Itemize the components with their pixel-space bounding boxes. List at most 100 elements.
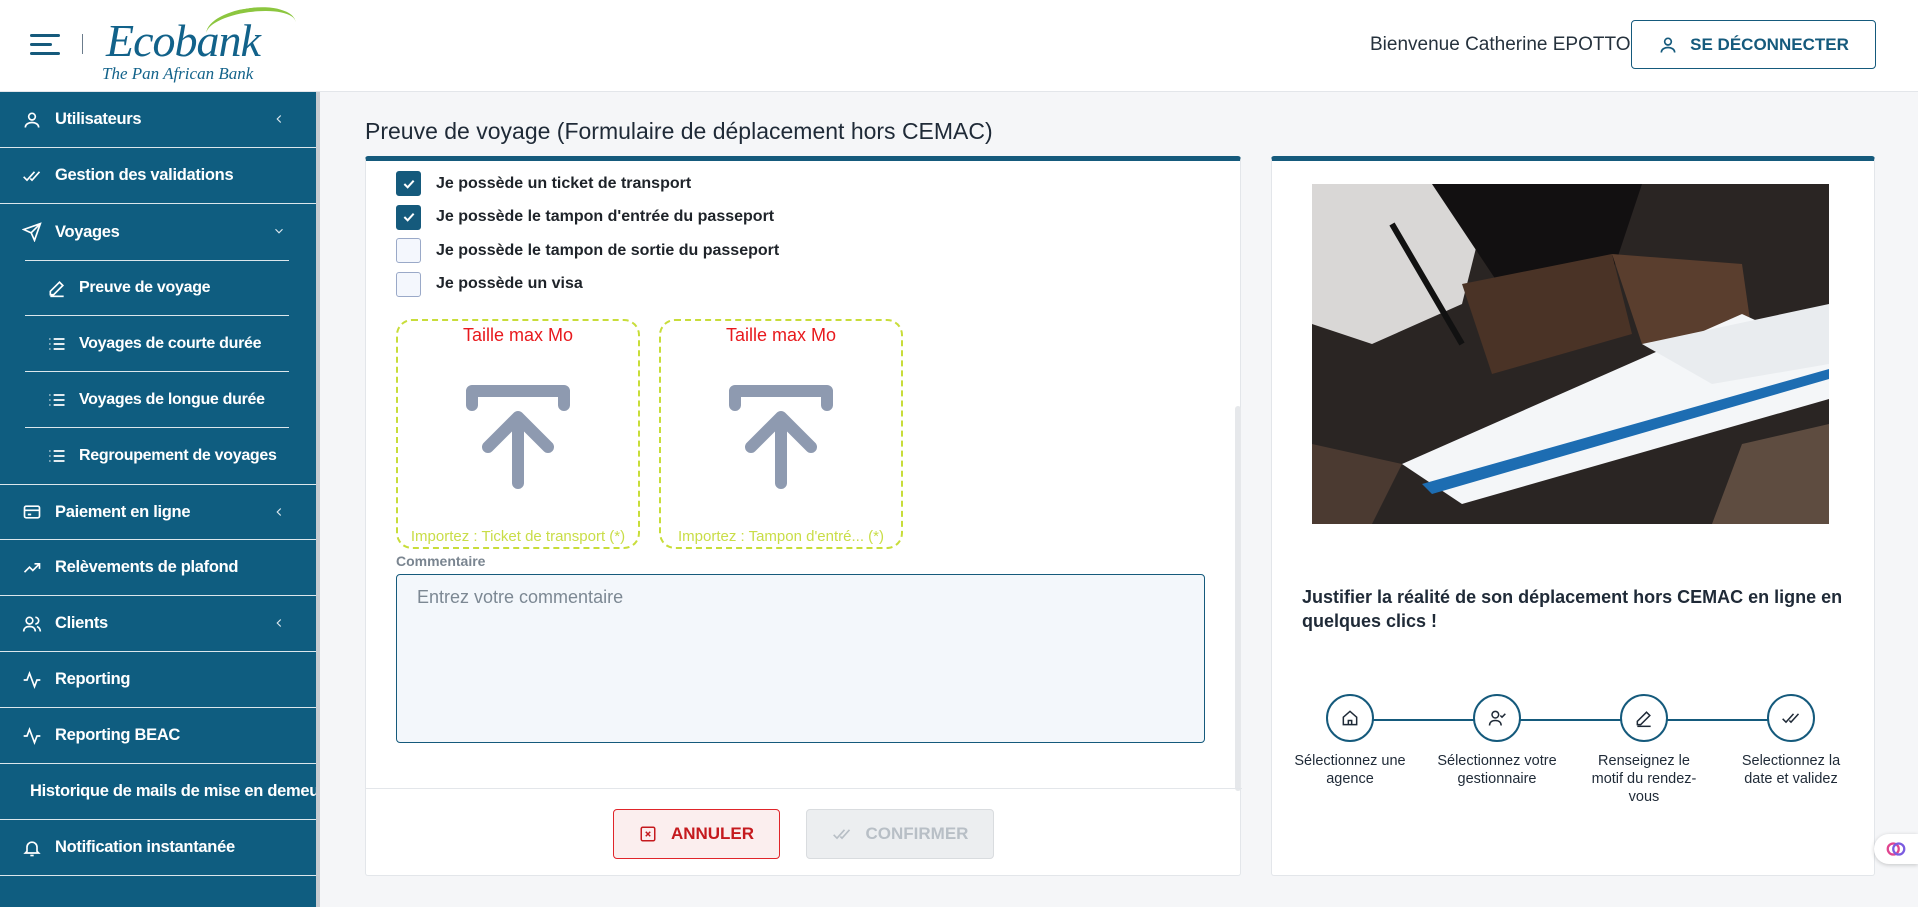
checkbox-row-exit-stamp[interactable]: Je possède le tampon de sortie du passep… <box>396 234 779 268</box>
checkbox-entry-stamp[interactable] <box>396 204 421 230</box>
sidebar-item-reporting[interactable]: Reporting <box>0 652 316 708</box>
sidebar-item-label: Relèvements de plafond <box>55 558 239 576</box>
logout-button[interactable]: SE DÉCONNECTER <box>1631 20 1876 69</box>
sidebar-subitem-label: Voyages de courte durée <box>79 334 262 352</box>
upload-icon <box>729 385 833 489</box>
chevron-down-icon <box>272 224 286 238</box>
sidebar-item-label: Utilisateurs <box>55 110 142 128</box>
ecobank-logo[interactable]: Ecobank The Pan African Bank <box>100 1 300 86</box>
double-check-icon <box>22 166 42 186</box>
photo-illustration <box>1312 184 1829 524</box>
logo-brand-text: Ecobank <box>106 15 261 66</box>
list-icon <box>47 446 67 466</box>
sidebar-item-clients[interactable]: Clients <box>0 596 316 652</box>
sidebar-subitem-label: Preuve de voyage <box>79 279 211 296</box>
edit-icon <box>1620 694 1668 742</box>
upload-max-size: Taille max Mo <box>725 325 837 345</box>
sidebar-item-relevements-plafond[interactable]: Relèvements de plafond <box>0 540 316 596</box>
sidebar-item-voyages[interactable]: Voyages <box>0 204 316 260</box>
sidebar-item-label: Voyages <box>55 222 120 241</box>
checkbox-group: Je possède un ticket de transport Je pos… <box>396 167 779 301</box>
welcome-text: Bienvenue Catherine EPOTTO <box>1370 34 1631 55</box>
activity-icon <box>22 670 42 690</box>
info-headline: Justifier la réalité de son déplacement … <box>1302 587 1843 631</box>
step-date: Selectionnez la date et validez <box>1731 694 1851 788</box>
user-check-icon <box>1473 694 1521 742</box>
upload-dropzone-entry-stamp[interactable]: Taille max Mo Importez : Tampon d'entré.… <box>659 319 903 549</box>
confirm-button[interactable]: CONFIRMER <box>806 809 994 859</box>
sidebar-item-gestion-validations[interactable]: Gestion des validations <box>0 148 316 204</box>
sidebar-subitem-label: Regroupement de voyages <box>79 447 277 464</box>
close-square-icon <box>640 826 656 842</box>
checkbox-label: Je possède le tampon d'entrée du passepo… <box>436 208 775 226</box>
sidebar-item-label: Clients <box>55 614 108 632</box>
sidebar-item-reporting-beac[interactable]: Reporting BEAC <box>0 708 316 764</box>
sidebar-subitem-courte-duree[interactable]: Voyages de courte durée <box>25 316 289 372</box>
chevron-left-icon <box>272 505 286 519</box>
cancel-label: ANNULER <box>670 824 755 843</box>
comment-label: Commentaire <box>396 553 486 569</box>
send-icon <box>22 222 42 242</box>
step-label: Selectionnez la date et validez <box>1741 753 1841 787</box>
checkbox-visa[interactable] <box>396 271 421 297</box>
trend-up-icon <box>22 558 42 578</box>
sidebar-item-label: Gestion des validations <box>55 166 234 184</box>
step-gestionnaire: Sélectionnez votre gestionnaire <box>1437 694 1557 788</box>
user-icon <box>1660 37 1676 53</box>
sidebar-item-paiement-en-ligne[interactable]: Paiement en ligne <box>0 484 316 540</box>
check-icon <box>403 213 414 223</box>
sidebar-item-label: Paiement en ligne <box>55 502 191 521</box>
sidebar-subitem-regroupement[interactable]: Regroupement de voyages <box>25 428 289 484</box>
upload-import-label: Importez : Tampon d'entré... (*) <box>677 528 884 545</box>
logo-tagline: The Pan African Bank <box>102 64 254 83</box>
top-header: Ecobank The Pan African Bank Bienvenue C… <box>0 0 1918 92</box>
home-icon <box>1326 694 1374 742</box>
double-check-icon <box>1767 694 1815 742</box>
steps-connector <box>1348 719 1788 721</box>
sidebar-item-utilisateurs[interactable]: Utilisateurs <box>0 92 316 148</box>
sidebar-item-label: Reporting <box>55 670 131 688</box>
menu-toggle-icon[interactable] <box>30 34 60 56</box>
sidebar-item-historique-mails[interactable]: Historique de mails de mise en demeure <box>0 764 316 820</box>
users-icon <box>22 614 42 634</box>
sidebar-item-label: Reporting BEAC <box>55 726 181 744</box>
step-agence: Sélectionnez une agence <box>1290 694 1410 788</box>
checkbox-ticket[interactable] <box>396 171 421 197</box>
step-label: Sélectionnez votre gestionnaire <box>1437 753 1557 787</box>
sidebar-subitem-preuve-de-voyage[interactable]: Preuve de voyage <box>25 260 289 316</box>
activity-icon <box>22 726 42 746</box>
upload-icon <box>466 385 570 489</box>
brain-icon <box>1886 842 1906 856</box>
checkbox-row-visa[interactable]: Je possède un visa <box>396 268 779 302</box>
checkbox-label: Je possède un ticket de transport <box>436 174 692 192</box>
chevron-left-icon <box>272 112 286 126</box>
step-motif: Renseignez le motif du rendez-vous <box>1584 694 1704 806</box>
bell-icon <box>22 838 42 858</box>
info-panel: Justifier la réalité de son déplacement … <box>1271 156 1875 876</box>
list-icon <box>47 334 67 354</box>
form-divider <box>366 788 1242 789</box>
cancel-button[interactable]: ANNULER <box>613 809 780 859</box>
list-icon <box>47 390 67 410</box>
form-scrollbar[interactable] <box>1235 406 1241 791</box>
checkbox-row-entry-stamp[interactable]: Je possède le tampon d'entrée du passepo… <box>396 201 779 235</box>
process-steps: Sélectionnez une agence Sélectionnez vot… <box>1294 694 1842 806</box>
step-label: Sélectionnez une agence <box>1294 753 1406 787</box>
assistant-widget[interactable] <box>1874 834 1918 864</box>
checkbox-row-ticket[interactable]: Je possède un ticket de transport <box>396 167 779 201</box>
upload-max-size: Taille max Mo <box>462 325 574 345</box>
upload-dropzone-ticket[interactable]: Taille max Mo Importez : Ticket de trans… <box>396 319 640 549</box>
sidebar-item-notification[interactable]: Notification instantanée <box>0 820 316 876</box>
checkbox-label: Je possède un visa <box>436 275 583 293</box>
step-label: Renseignez le motif du rendez-vous <box>1591 753 1697 805</box>
user-icon <box>22 110 42 130</box>
signing-document-photo <box>1312 184 1829 524</box>
sidebar-subitem-longue-duree[interactable]: Voyages de longue durée <box>25 372 289 428</box>
double-check-icon <box>832 829 850 840</box>
checkbox-label: Je possède le tampon de sortie du passep… <box>436 241 780 259</box>
comment-textarea[interactable]: Entrez votre commentaire <box>396 574 1205 743</box>
edit-icon <box>47 278 67 298</box>
checkbox-exit-stamp[interactable] <box>396 238 421 264</box>
confirm-label: CONFIRMER <box>865 824 969 843</box>
travel-proof-form: Je possède un ticket de transport Je pos… <box>365 156 1242 876</box>
